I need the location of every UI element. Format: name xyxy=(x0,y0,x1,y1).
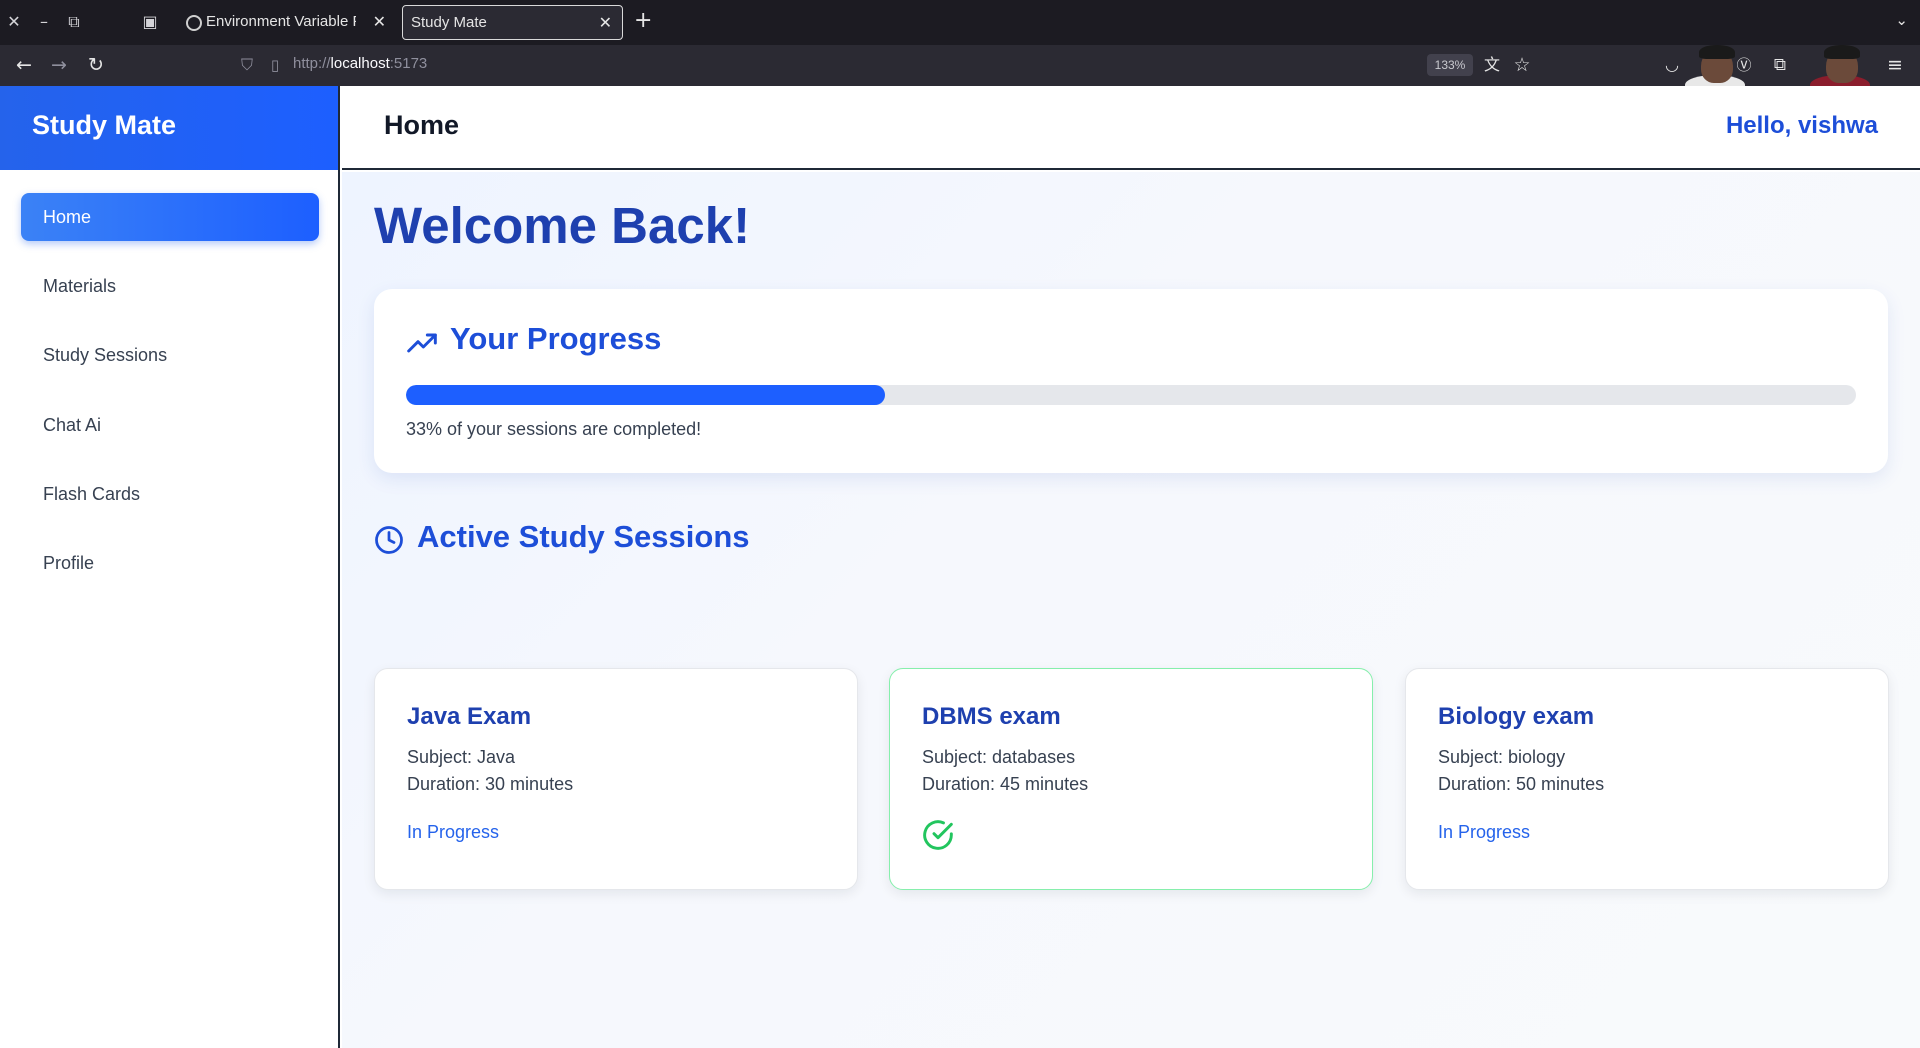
list-all-tabs-icon[interactable]: ⌄ xyxy=(1895,11,1908,29)
browser-tab-study-mate[interactable]: Study Mate ✕ xyxy=(402,5,623,40)
session-status[interactable]: In Progress xyxy=(407,822,499,843)
browser-tab-bar: ✕ – ⧉ ▣ Environment Variable Pla ✕ Study… xyxy=(0,0,1920,45)
progress-bar xyxy=(406,385,1856,405)
progress-card: Your Progress 33% of your sessions are c… xyxy=(374,289,1888,473)
progress-text: 33% of your sessions are completed! xyxy=(406,419,702,439)
session-subject: Subject: biology xyxy=(1438,747,1566,767)
clock-icon xyxy=(375,526,403,554)
browser-nav-bar: ← → ↻ ⛉ ▯ http://localhost:5173 133% 文 ☆… xyxy=(0,45,1920,86)
sidebar-item-study-sessions[interactable]: Study Sessions xyxy=(21,331,319,379)
sessions-heading: Active Study Sessions xyxy=(374,519,974,563)
restore-window-icon[interactable]: ⧉ xyxy=(64,12,84,32)
session-title: DBMS exam xyxy=(922,703,1061,730)
session-title: Java Exam xyxy=(407,703,532,730)
main-content: Welcome Back! Your Progress 33% of your … xyxy=(342,172,1920,1048)
session-card-dbms[interactable]: DBMS exam Subject: databases Duration: 4… xyxy=(889,668,1373,890)
sidebar-item-home[interactable]: Home xyxy=(21,193,319,241)
top-header: Home Hello, vishwa xyxy=(342,86,1920,170)
tab-title: Study Mate xyxy=(411,14,487,31)
session-duration: Duration: 30 minutes xyxy=(407,774,574,794)
welcome-heading: Welcome Back! xyxy=(374,197,751,254)
check-circle-icon xyxy=(923,820,953,850)
extension-v-icon[interactable]: Ⓥ xyxy=(1732,53,1756,77)
session-title: Biology exam xyxy=(1438,703,1595,730)
extensions-icon[interactable]: ⧉ xyxy=(1768,53,1792,77)
menu-icon[interactable]: ≡ xyxy=(1883,53,1907,77)
sidebar-item-profile[interactable]: Profile xyxy=(21,539,319,587)
sidebar-item-materials[interactable]: Materials xyxy=(21,262,319,310)
url-bar[interactable]: http://localhost:5173 xyxy=(293,55,427,72)
url-scheme: http:// xyxy=(293,55,331,72)
app-root: Study Mate Home Materials Study Sessions… xyxy=(0,86,1920,1048)
globe-icon xyxy=(186,15,202,31)
forward-icon[interactable]: → xyxy=(47,53,71,77)
browser-tab-environment[interactable]: Environment Variable Pla ✕ xyxy=(176,5,396,40)
page-title: Home xyxy=(384,110,460,140)
url-host: localhost xyxy=(330,55,390,72)
bookmark-star-icon[interactable]: ☆ xyxy=(1510,53,1534,77)
sidebar-item-chat-ai[interactable]: Chat Ai xyxy=(21,401,319,449)
new-tab-icon[interactable]: + xyxy=(634,10,652,32)
sidebar-item-flash-cards[interactable]: Flash Cards xyxy=(21,470,319,518)
page-icon: ▯ xyxy=(270,56,280,74)
progress-title: Your Progress xyxy=(450,321,662,356)
sessions-title: Active Study Sessions xyxy=(417,519,750,554)
translate-icon[interactable]: 文 xyxy=(1480,53,1504,77)
tab-title: Environment Variable Pla xyxy=(206,13,356,30)
trending-up-icon xyxy=(407,333,437,353)
close-window-icon[interactable]: ✕ xyxy=(4,12,24,32)
session-subject: Subject: databases xyxy=(922,747,1076,767)
session-duration: Duration: 50 minutes xyxy=(1438,774,1605,794)
session-subject: Subject: Java xyxy=(407,747,516,767)
close-tab-icon[interactable]: ✕ xyxy=(599,13,612,32)
session-status[interactable]: In Progress xyxy=(1438,822,1530,843)
close-tab-icon[interactable]: ✕ xyxy=(373,12,386,31)
zoom-level-badge[interactable]: 133% xyxy=(1427,54,1473,76)
brand-header: Study Mate xyxy=(0,86,338,170)
pocket-icon[interactable]: ◡ xyxy=(1660,53,1684,77)
session-card-biology[interactable]: Biology exam Subject: biology Duration: … xyxy=(1405,668,1889,890)
profile-avatar-image xyxy=(1800,45,1880,86)
progress-bar-fill xyxy=(406,385,885,405)
session-duration: Duration: 45 minutes xyxy=(922,774,1089,794)
minimize-window-icon[interactable]: – xyxy=(34,12,54,32)
shield-icon[interactable]: ⛉ xyxy=(235,53,259,77)
brand-name: Study Mate xyxy=(32,110,177,140)
url-port: :5173 xyxy=(389,55,428,72)
reload-icon[interactable]: ↻ xyxy=(84,53,108,77)
back-icon[interactable]: ← xyxy=(12,53,36,77)
tab-manager-icon[interactable]: ▣ xyxy=(140,12,160,32)
user-greeting: Hello, vishwa xyxy=(1725,112,1878,139)
session-card-java[interactable]: Java Exam Subject: Java Duration: 30 min… xyxy=(374,668,858,890)
sidebar: Study Mate Home Materials Study Sessions… xyxy=(0,86,340,1048)
